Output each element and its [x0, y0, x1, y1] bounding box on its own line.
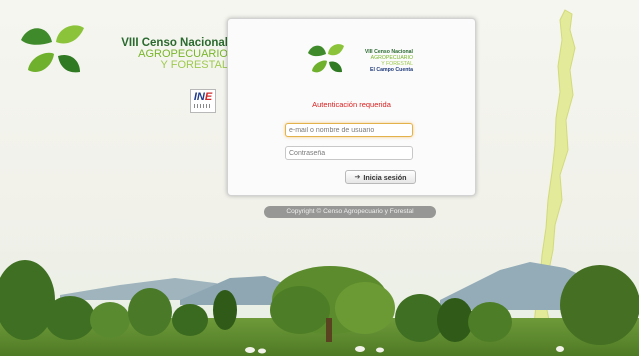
brand-title: VIII Censo Nacional AGROPECUARIO Y FORES…	[93, 37, 228, 71]
auth-required-message: Autenticación requerida	[312, 100, 391, 109]
login-submit-label: Inicia sesión	[363, 172, 407, 182]
ine-logo-text: INE	[193, 91, 213, 103]
login-submit-button[interactable]: ➔ Inicia sesión	[345, 170, 416, 184]
leaf-logo-icon	[21, 25, 84, 73]
username-input[interactable]	[285, 123, 413, 137]
login-card: VIII Censo Nacional AGROPECUARIO Y FORES…	[227, 18, 476, 196]
ine-logo: INE	[190, 89, 216, 113]
card-logo-text: VIII Censo Nacional AGROPECUARIO Y FORES…	[343, 49, 413, 73]
card-logo-tagline: El Campo Cuenta	[370, 67, 413, 73]
password-input[interactable]	[285, 146, 413, 160]
brand-line-3: Y FORESTAL	[160, 59, 228, 71]
sign-in-icon: ➔	[354, 174, 361, 181]
copyright-notice: Copyright © Censo Agropecuario y Foresta…	[264, 206, 436, 218]
census-brand-logo: VIII Censo Nacional AGROPECUARIO Y FORES…	[18, 20, 228, 80]
